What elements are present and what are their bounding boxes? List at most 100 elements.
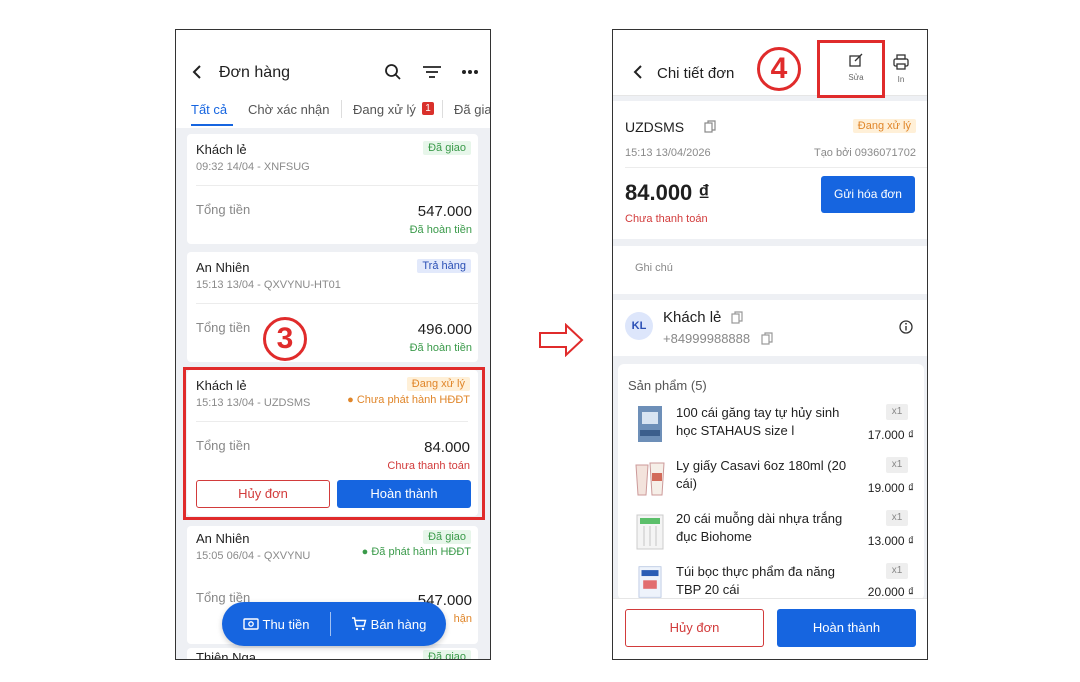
order-card[interactable]: Khách lẻ 09:32 14/04 - XNFSUG Đã giao Tổ… [187,134,478,244]
note-field[interactable]: Ghi chú [613,246,927,294]
payment-status: Đã hoàn tiền [409,342,472,354]
invoice-status-text: Đã phát hành HĐĐT [371,546,471,558]
page-title: Chi tiết đơn [657,65,735,82]
products-title: Sản phẩm (5) [628,378,707,393]
divider [196,185,478,186]
product-qty: x1 [886,510,908,526]
copy-icon[interactable] [704,120,716,133]
right-arrow-icon [539,323,584,357]
product-image [638,566,662,598]
tab-count-badge: 1 [422,102,434,115]
highlight-box [183,367,485,520]
product-item[interactable]: Túi bọc thực phẩm đa năng TBP 20 cái x1 … [618,561,924,600]
order-amount: 547.000 [417,203,472,220]
tab-delivered[interactable]: Đã gia [454,102,490,117]
send-invoice-button[interactable]: Gửi hóa đơn [821,176,915,213]
note-placeholder: Ghi chú [635,262,673,274]
product-name: 20 cái muỗng dài nhựa trắng đục Biohome [676,511,843,544]
divider [196,303,478,304]
product-qty: x1 [886,563,908,579]
copy-icon[interactable] [731,311,743,324]
step-number: 4 [757,47,801,91]
status-badge: Trả hàng [417,259,471,273]
total-label: Tổng tiền [196,320,251,335]
divider [625,167,927,168]
edit-label: Sửa [848,73,864,82]
tab-processing[interactable]: Đang xử lý [353,102,416,117]
money-icon [242,618,259,630]
back-arrow-icon[interactable] [190,64,204,80]
filter-icon[interactable] [422,65,442,79]
page-title: Đơn hàng [219,64,290,81]
dot-icon: ● [361,546,369,558]
created-by: Tạo bởi 0936071702 [813,147,916,159]
product-price: 13.000 ₫ [867,534,914,548]
product-image [636,514,664,550]
edit-icon [849,53,863,67]
more-icon[interactable] [461,69,479,75]
order-list-screen: Đơn hàng Tất cả Chờ xác nhận Đang xử lý … [175,29,491,660]
total-label: Tổng tiền [196,202,251,217]
avatar: KL [625,312,653,340]
order-meta: 15:13 13/04 - QXVYNU-HT01 [196,279,341,291]
product-qty: x1 [886,404,908,420]
product-item[interactable]: 20 cái muỗng dài nhựa trắng đục Biohome … [618,508,924,558]
order-summary: UZDSMS Đang xử lý 15:13 13/04/2026 Tạo b… [613,101,927,239]
product-price: 19.000 ₫ [867,481,914,495]
customer-name: Thiên Nga [196,650,256,660]
status-badge: Đã giao [423,530,471,544]
bottom-action-bar: Hủy đơn Hoàn thành [613,598,927,659]
order-total: 84.000 ₫ [625,180,710,205]
tab-divider [341,100,342,118]
floating-action-bar: Thu tiền Bán hàng [222,602,446,646]
complete-order-button[interactable]: Hoàn thành [777,609,916,647]
payment-status: hận [453,613,472,625]
edit-button[interactable]: Sửa [841,52,871,82]
cancel-order-button[interactable]: Hủy đơn [625,609,764,647]
copy-icon[interactable] [761,332,773,345]
order-amount: 496.000 [417,321,472,338]
status-badge: Đã giao [423,141,471,155]
invoice-status: ● Đã phát hành HĐĐT [362,546,471,558]
order-detail-screen: Chi tiết đơn 4 Sửa In UZDSMS Đang xử lý … [612,29,928,660]
sell-label: Bán hàng [370,616,427,632]
customer-name: An Nhiên [196,531,250,546]
back-arrow-icon[interactable] [631,64,645,80]
tab-divider [442,100,443,118]
tab-pending[interactable]: Chờ xác nhận [248,102,330,117]
product-name: Ly giấy Casavi 6oz 180ml (20 cái) [676,458,847,491]
step-number: 3 [263,317,307,361]
order-card[interactable]: Thiên Nga Đã giao [187,648,478,660]
product-name: Túi bọc thực phẩm đa năng TBP 20 cái [676,564,836,597]
customer-name: An Nhiên [196,260,250,275]
customer-section[interactable]: KL Khách lẻ +84999988888 [613,300,927,356]
customer-phone: +84999988888 [663,331,751,346]
collect-money-label: Thu tiền [262,616,310,632]
customer-name: Khách lẻ [663,309,722,326]
payment-status: Đã hoàn tiền [409,224,472,236]
product-qty: x1 [886,457,908,473]
collect-money-button[interactable]: Thu tiền [222,602,330,646]
status-badge: Đã giao [423,650,471,659]
product-image [638,406,662,442]
tab-all[interactable]: Tất cả [191,102,227,117]
product-item[interactable]: Ly giấy Casavi 6oz 180ml (20 cái) x1 19.… [618,455,924,505]
product-price: 20.000 ₫ [867,585,914,599]
order-list-header: Đơn hàng Tất cả Chờ xác nhận Đang xử lý … [176,30,490,128]
product-image [635,462,665,496]
order-datetime: 15:13 13/04/2026 [625,147,711,159]
print-button[interactable]: In [889,54,913,84]
search-icon[interactable] [384,63,402,81]
order-meta: 09:32 14/04 - XNFSUG [196,161,310,173]
print-label: In [897,75,905,84]
order-card[interactable]: An Nhiên 15:13 13/04 - QXVYNU-HT01 Trả h… [187,252,478,362]
product-item[interactable]: 100 cái găng tay tự hủy sinh học STAHAUS… [618,402,924,452]
customer-name: Khách lẻ [196,142,247,157]
cart-icon [351,617,367,631]
products-section: Sản phẩm (5) 100 cái găng tay tự hủy sin… [618,364,924,600]
payment-status: Chưa thanh toán [625,213,708,225]
sell-button[interactable]: Bán hàng [331,602,446,646]
order-detail-header: Chi tiết đơn 4 Sửa In [613,30,927,98]
order-meta: 15:05 06/04 - QXVYNU [196,550,311,562]
info-icon[interactable] [899,320,913,334]
